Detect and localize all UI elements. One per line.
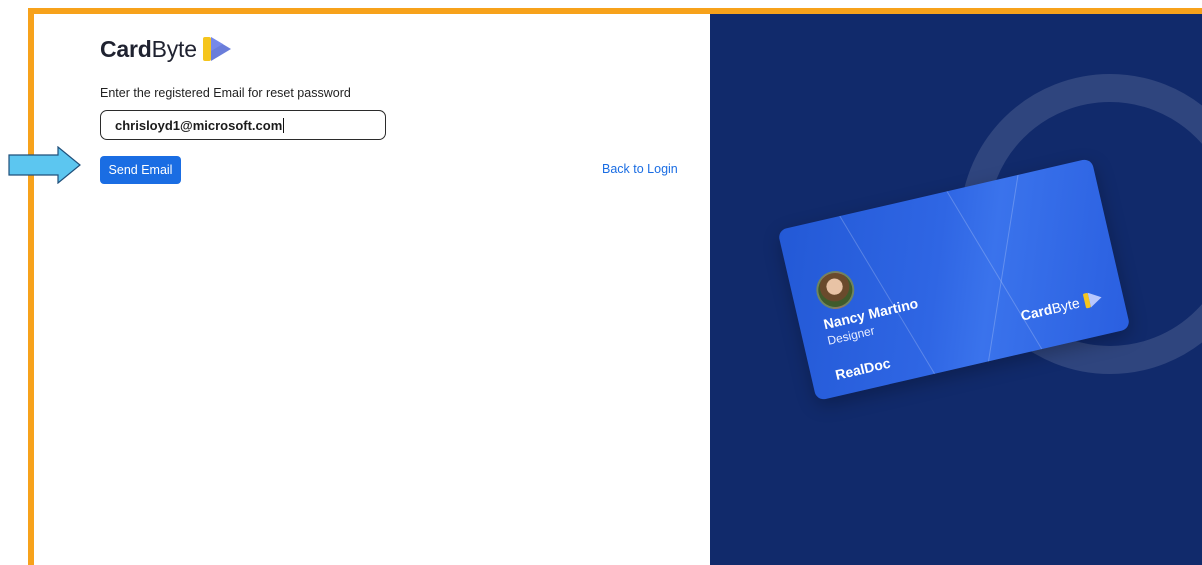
promo-panel: Nancy Martino Designer RealDoc Card Byte <box>710 14 1202 565</box>
cardbyte-logo-icon <box>202 37 231 61</box>
back-to-login-link[interactable]: Back to Login <box>602 162 678 176</box>
text-caret <box>283 117 285 133</box>
send-email-button[interactable]: Send Email <box>100 156 181 184</box>
logo-wordmark: CardByte <box>100 35 197 62</box>
cardbyte-logo-icon <box>1082 292 1102 309</box>
reset-password-panel: CardByte Enter the registered Email for … <box>34 14 710 565</box>
card-logo: Card Byte <box>1019 287 1105 325</box>
card-decor-line <box>981 162 1021 401</box>
cardbyte-logo: CardByte <box>100 32 233 66</box>
email-input[interactable]: chrisloyd1@microsoft.com <box>100 110 386 140</box>
reset-instructions: Enter the registered Email for reset pas… <box>100 86 351 100</box>
arrow-pointer-icon <box>8 146 81 184</box>
email-input-value: chrisloyd1@microsoft.com <box>115 117 283 133</box>
card-company: RealDoc <box>833 354 892 383</box>
avatar <box>812 267 859 313</box>
